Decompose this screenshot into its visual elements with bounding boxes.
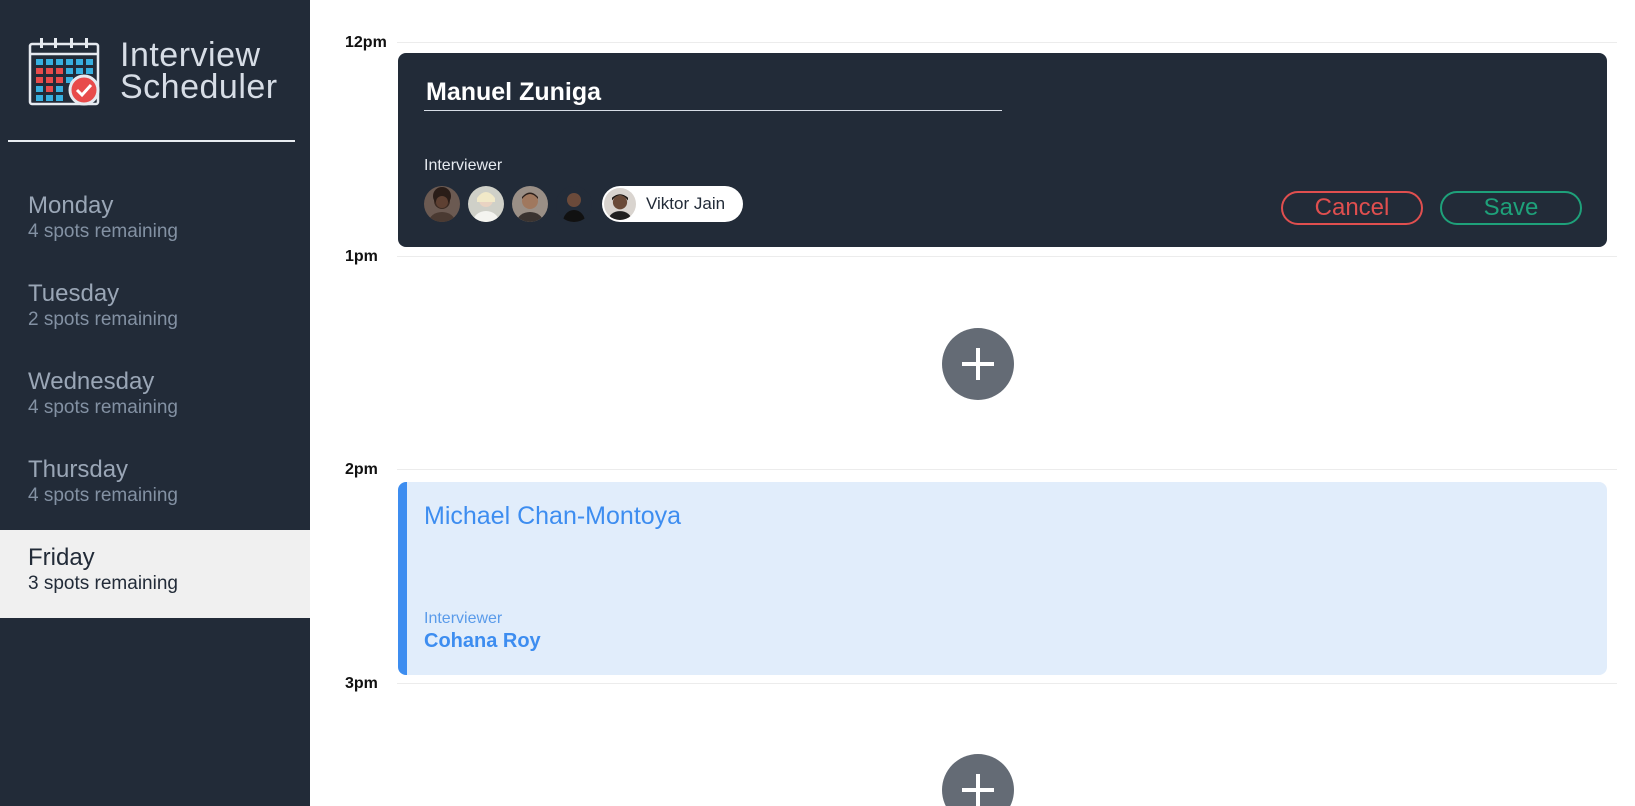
- day-item-thursday[interactable]: Thursday 4 spots remaining: [0, 442, 310, 530]
- day-spots: 4 spots remaining: [28, 485, 178, 506]
- hour-divider: [397, 683, 1617, 684]
- hour-divider: [397, 256, 1617, 257]
- schedule: 12pm Interviewer Viktor Jain: [310, 0, 1635, 806]
- day-list: Monday 4 spots remaining Tuesday 2 spots…: [0, 178, 310, 618]
- cancel-button[interactable]: Cancel: [1281, 191, 1423, 225]
- interviewer-avatar[interactable]: [512, 186, 548, 222]
- app-title-line2: Scheduler: [120, 68, 278, 106]
- day-spots: 2 spots remaining: [28, 309, 178, 330]
- add-appointment-button[interactable]: [942, 754, 1014, 806]
- day-name: Wednesday: [28, 368, 155, 395]
- day-item-monday[interactable]: Monday 4 spots remaining: [0, 178, 310, 266]
- sidebar-divider: [8, 140, 295, 142]
- day-name: Monday: [28, 192, 114, 219]
- interviewer-label: Interviewer: [424, 157, 503, 174]
- hour-divider: [397, 469, 1617, 470]
- time-label: 1pm: [345, 248, 378, 265]
- appointment-edit-form: Interviewer Viktor Jain Cancel Save: [398, 53, 1607, 247]
- day-item-tuesday[interactable]: Tuesday 2 spots remaining: [0, 266, 310, 354]
- day-spots: 4 spots remaining: [28, 397, 178, 418]
- brand: Interview Scheduler: [28, 36, 278, 106]
- student-name-input[interactable]: [424, 75, 1002, 111]
- booked-interviewer-name: Cohana Roy: [424, 630, 541, 652]
- booked-appointment[interactable]: Michael Chan-Montoya Interviewer Cohana …: [398, 482, 1607, 675]
- selected-interviewer[interactable]: Viktor Jain: [602, 186, 744, 222]
- booked-student-name: Michael Chan-Montoya: [424, 502, 682, 530]
- add-appointment-button[interactable]: [942, 328, 1014, 400]
- time-label: 3pm: [345, 675, 378, 692]
- hour-divider: [397, 42, 1617, 43]
- day-item-friday[interactable]: Friday 3 spots remaining: [0, 530, 310, 618]
- day-spots: 4 spots remaining: [28, 221, 178, 242]
- day-name: Friday: [28, 544, 95, 571]
- app-title: Interview Scheduler: [120, 36, 278, 106]
- booked-interviewer-label: Interviewer: [424, 610, 503, 627]
- sidebar: Interview Scheduler Monday 4 spots remai…: [0, 0, 310, 806]
- app-title-line1: Interview: [120, 36, 261, 74]
- interviewer-avatar: [604, 188, 636, 220]
- interviewer-avatar[interactable]: [556, 186, 592, 222]
- day-spots: 3 spots remaining: [28, 573, 178, 594]
- day-name: Thursday: [28, 456, 129, 483]
- day-item-wednesday[interactable]: Wednesday 4 spots remaining: [0, 354, 310, 442]
- plus-icon: [962, 348, 994, 380]
- interviewer-avatar[interactable]: [468, 186, 504, 222]
- save-button[interactable]: Save: [1440, 191, 1582, 225]
- time-label: 12pm: [345, 34, 387, 51]
- day-name: Tuesday: [28, 280, 120, 307]
- interviewer-list: Viktor Jain: [424, 186, 744, 222]
- plus-icon: [962, 774, 994, 806]
- selected-interviewer-name: Viktor Jain: [646, 194, 726, 213]
- time-label: 2pm: [345, 461, 378, 478]
- calendar-check-icon: [28, 38, 100, 106]
- interviewer-avatar[interactable]: [424, 186, 460, 222]
